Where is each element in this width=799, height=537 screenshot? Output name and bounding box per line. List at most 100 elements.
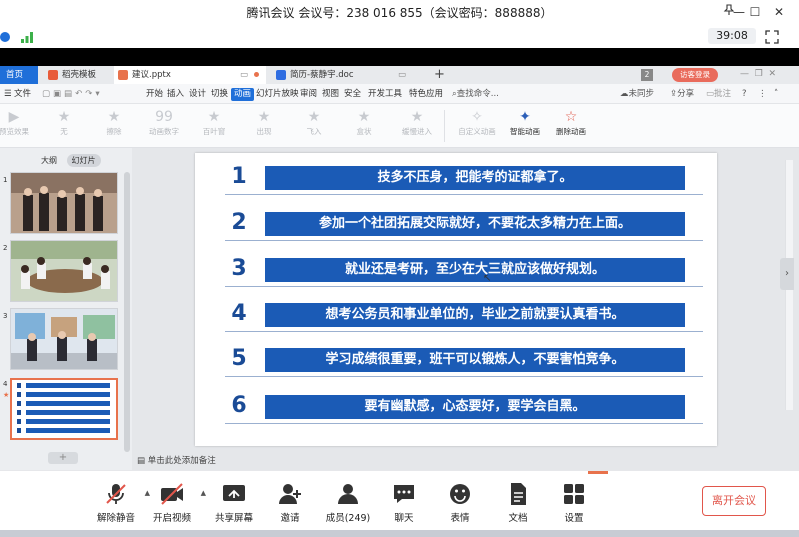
menu-security[interactable]: 安全	[344, 88, 361, 101]
wps-menu-bar: ☰ 文件 ▢▣▤↶↷▾ 开始 插入 设计 切换 动画 幻灯片放映 审阅 视图 安…	[0, 84, 799, 104]
effect-box[interactable]: ★ 盒状	[344, 108, 384, 137]
add-slide-button[interactable]: +	[48, 452, 78, 464]
tab-outline[interactable]: 大纲	[36, 154, 62, 167]
search-command[interactable]: ⌕查找命令...	[452, 88, 499, 101]
camera-off-icon	[161, 483, 183, 505]
menu-devtools[interactable]: 开发工具	[368, 88, 402, 101]
invite-button[interactable]: 邀请	[262, 481, 318, 524]
unmute-button[interactable]: 解除静音 ▲	[88, 481, 150, 524]
meeting-timer: 39:08	[708, 28, 756, 44]
animation-marker-icon: ★	[3, 391, 10, 399]
photo-group-thumbnail	[11, 173, 117, 233]
share-screen-button[interactable]: 共享屏幕	[206, 481, 262, 524]
effect-blinds[interactable]: ★ 百叶窗	[194, 108, 234, 137]
tab-home[interactable]: 首页	[0, 66, 38, 84]
leave-meeting-button[interactable]: 离开会议	[702, 486, 766, 516]
divider-line	[225, 286, 703, 287]
item-text[interactable]: 就业还是考研，至少在大三就应该做好规划。	[265, 258, 685, 282]
unsaved-dot	[254, 72, 259, 77]
start-video-button[interactable]: 开启视频 ▲	[144, 481, 206, 524]
menu-design[interactable]: 设计	[189, 88, 206, 101]
tab-pptx[interactable]: 建议.pptx ▭	[114, 66, 266, 84]
docer-icon	[48, 70, 58, 80]
menu-view[interactable]: 视图	[322, 88, 339, 101]
star-icon: ★	[307, 109, 321, 125]
tab-doc[interactable]: 简历-蔡静宇.doc ▭	[272, 66, 422, 84]
effect-wipe[interactable]: ★ 擦除	[94, 108, 134, 137]
cloud-icon: ☁	[620, 89, 629, 99]
bottom-edge-strip	[0, 530, 799, 537]
slide-thumbnail-2[interactable]	[10, 240, 118, 302]
guest-login-button[interactable]: 访客登录	[672, 68, 718, 82]
collapse-ribbon-icon[interactable]: ˄	[774, 88, 778, 101]
share-button[interactable]: ⇪分享	[670, 88, 694, 101]
thumbnail-scrollbar[interactable]	[124, 172, 130, 452]
ribbon-preview[interactable]: ▶ 预览效果	[0, 108, 34, 137]
comment-button[interactable]: ▭批注	[706, 88, 731, 101]
quick-access-icons[interactable]: ▢▣▤↶↷▾	[42, 88, 103, 101]
delete-animation-button[interactable]: ☆ 删除动画	[548, 108, 594, 137]
doc-file-icon	[276, 70, 286, 80]
item-text[interactable]: 想考公务员和事业单位的，毕业之前就要认真看书。	[265, 303, 685, 327]
number-icon: 99	[155, 109, 173, 125]
divider-line	[225, 331, 703, 332]
members-button[interactable]: 成员(249)	[320, 481, 376, 524]
maximize-button[interactable]: ☐	[744, 3, 766, 21]
effect-slow-enter[interactable]: ★ 缓慢进入	[394, 108, 440, 137]
more-icon[interactable]: ⋮	[758, 88, 767, 101]
item-text[interactable]: 技多不压身，把能考的证都拿了。	[265, 166, 685, 190]
slide-thumbnail-3[interactable]	[10, 308, 118, 370]
item-text[interactable]: 参加一个社团拓展交际就好，不要花太多精力在上面。	[265, 212, 685, 236]
delete-animation-icon: ☆	[564, 109, 578, 125]
photo-meeting-thumbnail	[11, 241, 117, 301]
wps-window-controls[interactable]: — ❐ ✕	[740, 69, 776, 79]
new-tab-button[interactable]: +	[434, 67, 445, 82]
item-number: 5	[231, 346, 247, 371]
menu-review[interactable]: 审阅	[300, 88, 317, 101]
documents-button[interactable]: 文档	[490, 481, 546, 524]
close-button[interactable]: ✕	[768, 3, 790, 21]
effect-none[interactable]: ★ 无	[44, 108, 84, 137]
meeting-title: 腾讯会议 会议号：238 016 855（会议密码：888888）	[246, 6, 553, 20]
item-number: 2	[231, 210, 247, 235]
settings-button[interactable]: 设置	[546, 481, 602, 524]
reaction-button[interactable]: 表情	[432, 481, 488, 524]
tab-slides[interactable]: 幻灯片	[66, 154, 101, 167]
smart-animation-button[interactable]: ✦ 智能动画	[502, 108, 548, 137]
divider-line	[225, 194, 703, 195]
menu-insert[interactable]: 插入	[167, 88, 184, 101]
menu-features[interactable]: 特色应用	[409, 88, 443, 101]
menu-transition[interactable]: 切换	[211, 88, 228, 101]
expand-panel-handle[interactable]: ›	[780, 258, 794, 290]
members-icon	[338, 484, 358, 504]
document-icon	[511, 483, 526, 505]
divider-line	[225, 376, 703, 377]
hamburger-icon[interactable]: ☰	[4, 88, 12, 101]
effect-fly-in[interactable]: ★ 飞入	[294, 108, 334, 137]
menu-file[interactable]: 文件	[14, 88, 31, 101]
slide-thumbnail-1[interactable]	[10, 172, 118, 234]
item-number: 6	[231, 393, 247, 418]
list-slide-thumbnail	[12, 380, 116, 438]
fullscreen-icon[interactable]	[765, 30, 779, 44]
shared-screen-top-band	[0, 48, 799, 66]
item-text[interactable]: 学习成绩很重要，班干可以锻炼人，不要害怕竞争。	[265, 348, 685, 372]
slide-4[interactable]: 1 技多不压身，把能考的证都拿了。 2 参加一个社团拓展交际就好，不要花太多精力…	[195, 153, 717, 446]
item-text[interactable]: 要有幽默感，心态要好，要学会自黑。	[265, 395, 685, 419]
star-icon: ★	[410, 109, 424, 125]
effect-number[interactable]: 99 动画数字	[144, 108, 184, 137]
tab-docer[interactable]: 稻壳模板	[44, 66, 110, 84]
tab-count-badge[interactable]: 2	[641, 69, 653, 81]
notes-area[interactable]: ▤ 单击此处添加备注	[137, 454, 216, 466]
sync-status[interactable]: ☁未同步	[620, 88, 654, 101]
menu-start[interactable]: 开始	[146, 88, 163, 101]
help-icon[interactable]: ?	[742, 88, 747, 101]
menu-slideshow[interactable]: 幻灯片放映	[256, 88, 299, 101]
smile-icon	[450, 484, 470, 504]
custom-animation-button[interactable]: ✧ 自定义动画	[452, 108, 502, 137]
effect-appear[interactable]: ★ 出现	[244, 108, 284, 137]
slide-thumbnail-4[interactable]	[10, 378, 118, 440]
info-icon[interactable]	[0, 32, 10, 42]
menu-animation[interactable]: 动画	[231, 88, 255, 101]
chat-button[interactable]: 聊天	[376, 481, 432, 524]
